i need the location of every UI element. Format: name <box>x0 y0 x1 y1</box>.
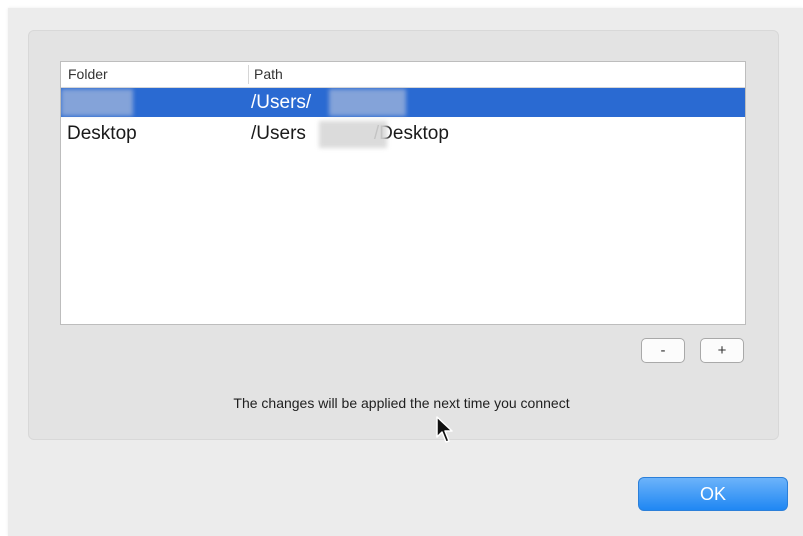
row-path-cell: /Users/ <box>251 92 311 114</box>
redacted-region <box>319 121 387 148</box>
ok-button[interactable]: OK <box>638 477 788 511</box>
row-path-prefix: /Users <box>251 123 306 144</box>
redacted-region <box>329 89 406 116</box>
add-folder-button[interactable]: + <box>700 338 744 363</box>
row-folder-cell: Desktop <box>67 123 137 144</box>
changes-note: The changes will be applied the next tim… <box>233 395 570 411</box>
table-header: Folder Path <box>61 62 745 88</box>
arrow-pointer-icon <box>436 416 453 443</box>
folders-table: Folder Path /Users/ Desktop /Users/Deskt… <box>60 61 746 325</box>
column-header-path[interactable]: Path <box>254 66 283 82</box>
row-path-text: /Users/ <box>251 92 312 113</box>
table-row[interactable]: Desktop /Users/Desktop <box>61 119 745 148</box>
column-separator[interactable] <box>248 65 249 84</box>
column-header-folder[interactable]: Folder <box>68 66 108 82</box>
remove-folder-button[interactable]: - <box>641 338 685 363</box>
redacted-region <box>61 89 133 116</box>
